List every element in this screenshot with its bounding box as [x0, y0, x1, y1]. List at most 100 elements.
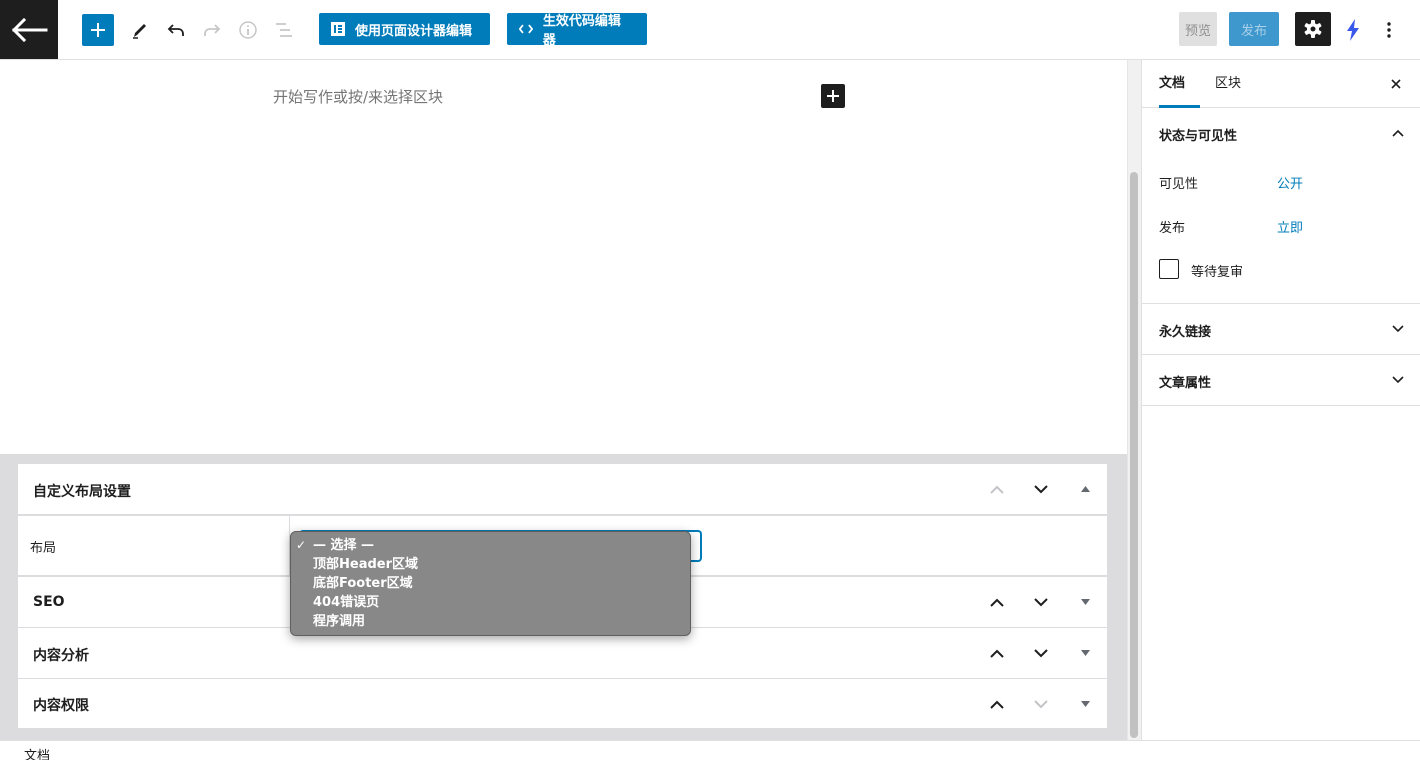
pending-review-checkbox[interactable]	[1159, 259, 1179, 279]
move-down-button[interactable]	[1026, 638, 1056, 668]
dropdown-option[interactable]: 顶部Header区域	[291, 555, 690, 574]
plus-icon	[827, 90, 839, 102]
toggle-panel-button[interactable]	[1070, 689, 1100, 719]
status-visibility-title: 状态与可见性	[1159, 129, 1238, 144]
code-editor-button[interactable]: 生效代码编辑器	[507, 13, 647, 48]
settings-sidebar: 文档 区块 状态与可见性 可见性 公开 发布 立即 等待复审 永久链接 文章属性	[1141, 60, 1420, 740]
more-vertical-icon	[1387, 22, 1391, 38]
dropdown-option-label: 顶部Header区域	[313, 557, 419, 572]
caret-down-icon	[1080, 599, 1090, 605]
content-analysis-panel-title[interactable]: 内容分析	[33, 645, 89, 665]
seo-panel-title[interactable]: SEO	[33, 594, 65, 610]
dropdown-option-label: — 选择 —	[313, 538, 375, 553]
inline-block-inserter-button[interactable]	[821, 84, 845, 108]
code-editor-label: 生效代码编辑器	[542, 14, 621, 48]
caret-up-icon	[1080, 486, 1090, 492]
chevron-down-icon	[1034, 484, 1048, 493]
chevron-up-icon	[990, 700, 1004, 709]
dropdown-option[interactable]: 404错误页	[291, 593, 690, 612]
arrow-left-icon	[11, 17, 48, 42]
editor-canvas: 开始写作或按/来选择区块	[0, 60, 1127, 454]
dropdown-option[interactable]: 程序调用	[291, 612, 690, 631]
move-down-button[interactable]	[1026, 474, 1056, 504]
list-view-button[interactable]	[268, 14, 300, 46]
breadcrumb-document[interactable]: 文档	[24, 745, 50, 760]
details-button[interactable]	[232, 14, 264, 46]
editor-header: 使用页面设计器编辑 生效代码编辑器 预览 发布	[0, 0, 1420, 60]
chevron-down-icon	[1034, 597, 1048, 606]
section-divider	[1142, 405, 1420, 406]
tab-block[interactable]: 区块	[1215, 60, 1241, 108]
plus-icon	[91, 23, 105, 37]
move-up-button[interactable]	[982, 638, 1012, 668]
caret-down-icon	[1080, 650, 1090, 656]
sidebar-tabs: 文档 区块	[1142, 60, 1420, 108]
list-view-icon	[276, 23, 292, 37]
layout-field-label: 布局	[30, 541, 57, 556]
dropdown-option-label: 404错误页	[313, 595, 380, 610]
settings-toggle-button[interactable]	[1295, 12, 1331, 46]
elementor-icon	[331, 22, 345, 36]
move-up-button[interactable]	[982, 689, 1012, 719]
publish-button[interactable]: 发布	[1229, 12, 1279, 46]
checkmark-icon: ✓	[296, 538, 307, 552]
move-down-button[interactable]	[1026, 587, 1056, 617]
redo-icon	[204, 24, 221, 36]
block-breadcrumb-bar: 文档	[0, 740, 1420, 760]
toggle-panel-button[interactable]	[1070, 474, 1100, 504]
dropdown-option[interactable]: 底部Footer区域	[291, 574, 690, 593]
lightning-bolt-icon	[1347, 19, 1359, 41]
content-permission-panel: 内容权限	[18, 679, 1107, 729]
toggle-panel-button[interactable]	[1070, 587, 1100, 617]
dropdown-option-label: 程序调用	[313, 614, 366, 629]
close-icon	[1391, 79, 1401, 89]
gear-icon	[1304, 20, 1322, 38]
chevron-up-icon	[990, 485, 1004, 494]
move-up-button[interactable]	[982, 474, 1012, 504]
more-options-button[interactable]	[1376, 14, 1402, 46]
custom-layout-panel-title[interactable]: 自定义布局设置	[33, 481, 131, 501]
block-placeholder[interactable]: 开始写作或按/来选择区块	[273, 86, 443, 107]
dropdown-option-label: 底部Footer区域	[313, 576, 413, 591]
content-permission-panel-title[interactable]: 内容权限	[33, 695, 89, 715]
page-designer-label: 使用页面设计器编辑	[355, 23, 473, 39]
move-up-button[interactable]	[982, 587, 1012, 617]
publish-date-toggle[interactable]: 立即	[1277, 217, 1303, 236]
info-icon	[239, 21, 257, 39]
status-visibility-section-toggle[interactable]: 状态与可见性	[1142, 108, 1420, 158]
tab-document[interactable]: 文档	[1159, 60, 1200, 108]
custom-layout-panel: 自定义布局设置	[18, 464, 1107, 515]
visibility-label: 可见性	[1159, 177, 1199, 192]
chevron-up-icon	[1386, 121, 1410, 145]
block-inserter-button[interactable]	[82, 14, 114, 46]
permalink-title: 永久链接	[1159, 325, 1212, 340]
caret-down-icon	[1080, 701, 1090, 707]
visibility-toggle[interactable]: 公开	[1277, 173, 1303, 192]
editor-scrollbar-thumb[interactable]	[1130, 172, 1138, 738]
chevron-down-icon	[1386, 317, 1410, 341]
chevron-down-icon	[1386, 368, 1410, 392]
redo-button[interactable]	[196, 14, 228, 46]
chevron-down-icon	[1034, 648, 1048, 657]
page-attributes-section-toggle[interactable]: 文章属性	[1142, 355, 1420, 405]
move-down-button[interactable]	[1026, 689, 1056, 719]
chevron-up-icon	[990, 649, 1004, 658]
preview-button[interactable]: 预览	[1179, 12, 1217, 46]
chevron-down-icon	[1034, 699, 1048, 708]
page-attributes-title: 文章属性	[1159, 376, 1212, 391]
back-to-dashboard-button[interactable]	[0, 0, 58, 59]
undo-button[interactable]	[160, 14, 192, 46]
publish-date-label: 发布	[1159, 221, 1186, 236]
dropdown-option[interactable]: ✓ — 选择 —	[291, 536, 690, 555]
undo-icon	[167, 24, 184, 36]
page-designer-button[interactable]: 使用页面设计器编辑	[319, 13, 490, 45]
close-sidebar-button[interactable]	[1384, 72, 1408, 96]
jetpack-button[interactable]	[1340, 14, 1366, 46]
toggle-panel-button[interactable]	[1070, 638, 1100, 668]
pending-review-label[interactable]: 等待复审	[1191, 261, 1243, 280]
layout-dropdown-menu: ✓ — 选择 — 顶部Header区域 底部Footer区域 404错误页 程序…	[290, 531, 691, 636]
chevron-up-icon	[990, 598, 1004, 607]
permalink-section-toggle[interactable]: 永久链接	[1142, 304, 1420, 354]
tools-edit-button[interactable]	[124, 14, 156, 46]
code-icon	[519, 24, 533, 34]
